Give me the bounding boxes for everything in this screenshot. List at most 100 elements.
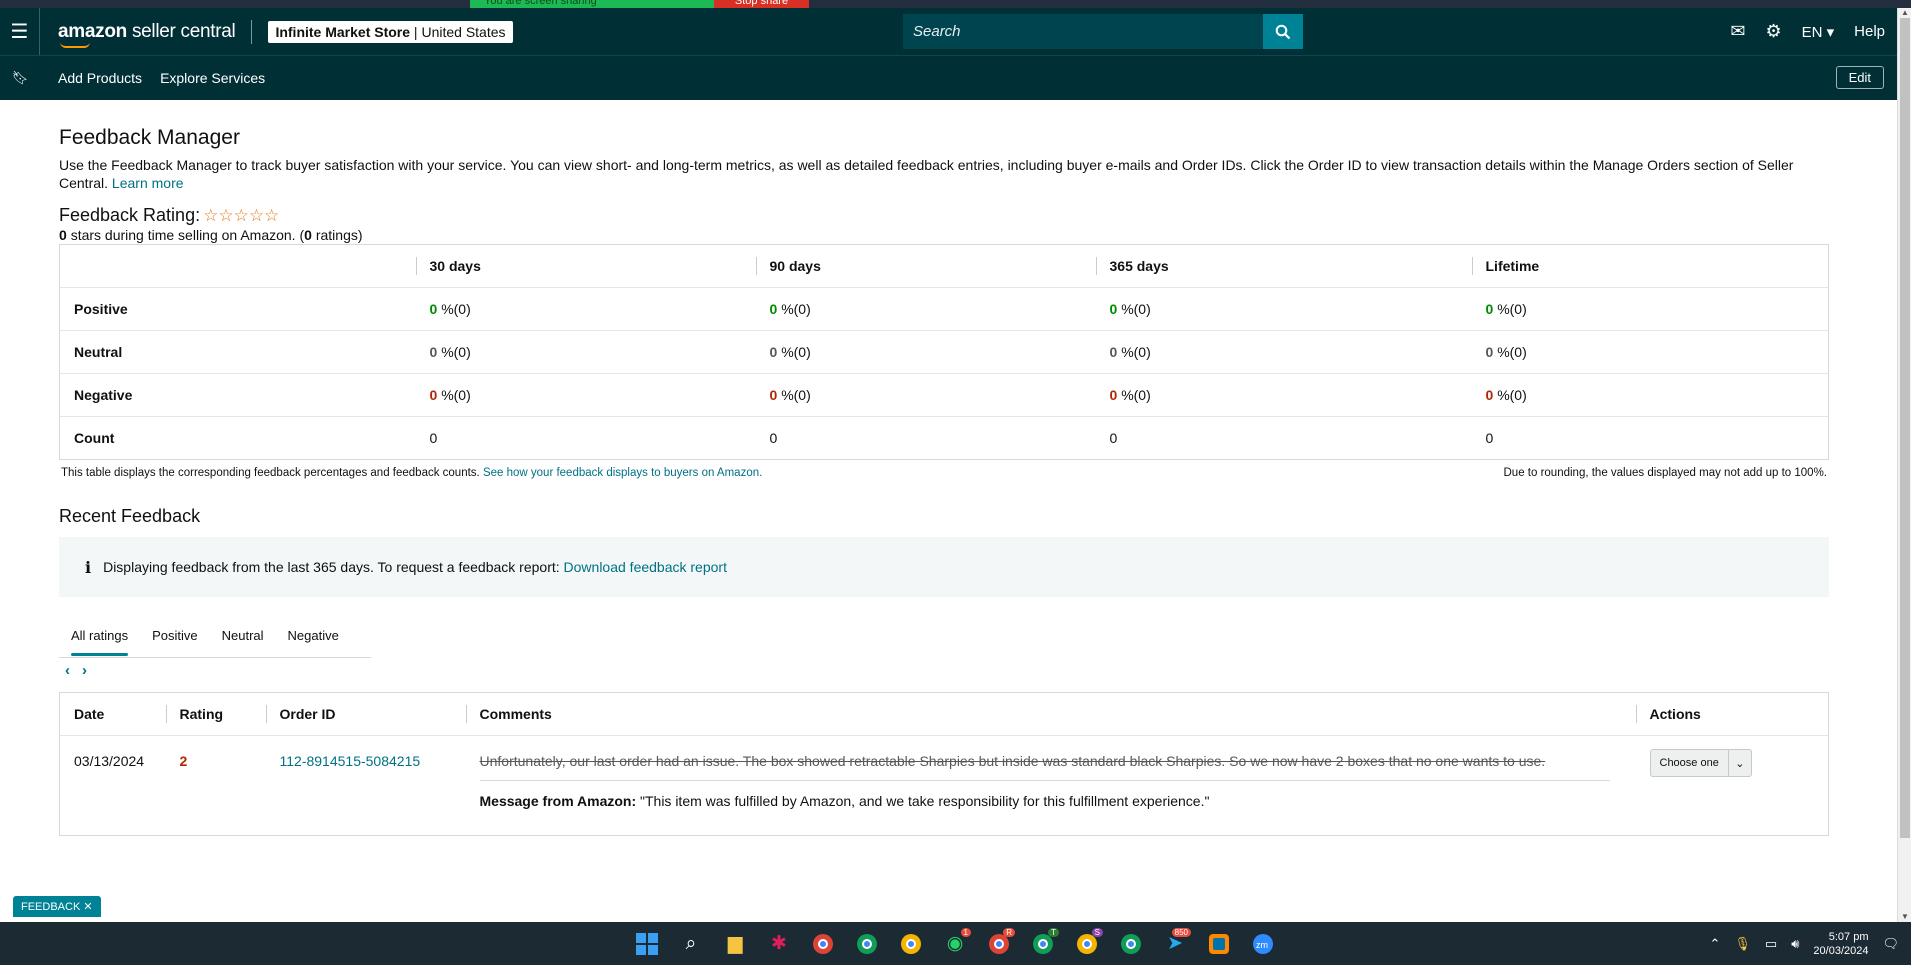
metric-cell: 0 bbox=[769, 430, 778, 446]
recent-feedback-table: Date Rating Order ID Comments Actions 03… bbox=[59, 692, 1829, 836]
windows-start-icon[interactable] bbox=[630, 927, 664, 961]
main-content: Feedback Manager Use the Feedback Manage… bbox=[59, 100, 1829, 836]
metric-cell: 0 %(0) bbox=[415, 373, 756, 417]
slack-icon[interactable]: ✱ bbox=[762, 927, 796, 961]
feedback-header-row: Date Rating Order ID Comments Actions bbox=[59, 692, 1829, 736]
table-row: 03/13/2024 2 112-8914515-5084215 Unfortu… bbox=[60, 736, 1829, 836]
ratings-text: ratings) bbox=[315, 227, 363, 243]
scroll-down-icon[interactable]: ▼ bbox=[1898, 912, 1911, 922]
description-text: Use the Feedback Manager to track buyer … bbox=[59, 157, 1794, 191]
system-tray: ⌃ 🎙︎ ▭ 🔊︎ 5:07 pm 20/03/2024 🗨︎ bbox=[1710, 922, 1900, 965]
chevron-up-icon[interactable]: ⌃ bbox=[1710, 936, 1721, 952]
header-right: ✉ ⚙ EN ▾ Help bbox=[1730, 8, 1885, 55]
file-explorer-icon[interactable]: ▆ bbox=[718, 927, 752, 961]
store-name: Infinite Market Store bbox=[275, 23, 411, 40]
info-banner: i Displaying feedback from the last 365 … bbox=[59, 537, 1829, 597]
zoom-icon[interactable]: zm bbox=[1246, 927, 1280, 961]
clock-date: 20/03/2024 bbox=[1813, 944, 1869, 957]
tab-all-ratings[interactable]: All ratings bbox=[59, 614, 140, 658]
chrome-icon[interactable] bbox=[894, 927, 928, 961]
footnote-right: Due to rounding, the values displayed ma… bbox=[1503, 467, 1828, 479]
learn-more-link[interactable]: Learn more bbox=[112, 175, 184, 191]
mail-icon[interactable]: ✉ bbox=[1730, 21, 1745, 42]
nav-add-products[interactable]: Add Products bbox=[58, 70, 142, 86]
metrics-footnote: This table displays the corresponding fe… bbox=[59, 467, 1829, 479]
feedback-tabs: All ratings Positive Neutral Negative bbox=[59, 614, 371, 658]
nav-explore-services[interactable]: Explore Services bbox=[160, 70, 265, 86]
chrome-profile-icon[interactable]: S bbox=[1070, 927, 1104, 961]
stars-count: 0 bbox=[59, 227, 67, 243]
gear-icon[interactable]: ⚙ bbox=[1765, 21, 1781, 42]
close-icon[interactable]: ✕ bbox=[83, 901, 92, 913]
store-selector[interactable]: Infinite Market Store | United States bbox=[268, 20, 513, 43]
clock[interactable]: 5:07 pm 20/03/2024 bbox=[1813, 930, 1868, 958]
page-description: Use the Feedback Manager to track buyer … bbox=[59, 156, 1829, 192]
feedback-display-link[interactable]: See how your feedback displays to buyers… bbox=[483, 467, 762, 479]
tab-negative[interactable]: Negative bbox=[276, 614, 351, 658]
seller-central-logo[interactable]: amazon seller central bbox=[58, 20, 236, 48]
feedback-date: 03/13/2024 bbox=[74, 753, 145, 769]
actions-dropdown[interactable]: Choose one ⌄ bbox=[1649, 749, 1752, 777]
telegram-icon[interactable]: ➤ 850 bbox=[1158, 927, 1192, 961]
col-rating: Rating bbox=[165, 692, 266, 736]
order-id-link[interactable]: 112-8914515-5084215 bbox=[280, 753, 421, 769]
metric-cell: 0 %(0) bbox=[1471, 373, 1829, 417]
chevron-left-icon[interactable]: ‹ bbox=[65, 662, 70, 679]
chrome-profile-icon[interactable]: R bbox=[982, 927, 1016, 961]
network-icon[interactable]: ▭ bbox=[1765, 936, 1777, 952]
header-divider bbox=[251, 19, 253, 44]
language-selector[interactable]: EN ▾ bbox=[1802, 23, 1835, 41]
page-title: Feedback Manager bbox=[59, 126, 240, 149]
page-scrollbar[interactable]: ▲ ▼ bbox=[1897, 8, 1911, 922]
actions-cell: Choose one ⌄ bbox=[1636, 736, 1829, 836]
row-label: Positive bbox=[59, 287, 416, 331]
metric-cell: 0 %(0) bbox=[755, 373, 1096, 417]
ringcentral-icon[interactable] bbox=[1202, 927, 1236, 961]
metrics-header-blank bbox=[59, 244, 416, 288]
metric-cell: 0 %(0) bbox=[1095, 287, 1472, 331]
bookmark-icon[interactable]: 🔖︎ bbox=[0, 70, 40, 86]
bookmark-bar: 🔖︎ Add Products Explore Services Edit bbox=[0, 55, 1897, 100]
chevron-right-icon[interactable]: › bbox=[82, 662, 87, 679]
menu-icon[interactable]: ☰ bbox=[0, 8, 40, 55]
chevron-down-icon: ⌄ bbox=[1735, 757, 1745, 770]
scrollbar-thumb[interactable] bbox=[1900, 18, 1910, 838]
search-button[interactable] bbox=[1263, 14, 1303, 49]
download-report-link[interactable]: Download feedback report bbox=[564, 559, 727, 575]
profile-badge: T bbox=[1048, 927, 1059, 937]
microphone-icon[interactable]: 🎙︎ bbox=[1734, 936, 1751, 952]
metrics-row-neutral: Neutral 0 %(0) 0 %(0) 0 %(0) 0 %(0) bbox=[59, 330, 1829, 374]
chrome-icon[interactable] bbox=[806, 927, 840, 961]
chevron-down-icon: ▾ bbox=[1826, 23, 1835, 41]
metric-cell: 0 %(0) bbox=[415, 330, 756, 374]
row-label: Count bbox=[74, 430, 115, 446]
tab-neutral[interactable]: Neutral bbox=[210, 614, 276, 658]
search-input[interactable] bbox=[903, 14, 1263, 49]
chrome-profile-icon[interactable]: T bbox=[1026, 927, 1060, 961]
search-icon[interactable]: ⌕ bbox=[674, 927, 708, 961]
scroll-up-icon[interactable]: ▲ bbox=[1898, 8, 1911, 18]
logo-brand: amazon bbox=[58, 20, 127, 42]
metric-cell: 0 bbox=[1109, 430, 1118, 446]
info-text: Displaying feedback from the last 365 da… bbox=[103, 559, 560, 575]
volume-icon[interactable]: 🔊︎ bbox=[1791, 936, 1799, 952]
tab-positive[interactable]: Positive bbox=[140, 614, 210, 658]
help-link[interactable]: Help bbox=[1854, 23, 1885, 40]
top-header: ☰ amazon seller central Infinite Market … bbox=[0, 8, 1897, 55]
chrome-icon[interactable] bbox=[850, 927, 884, 961]
row-label: Neutral bbox=[59, 330, 416, 374]
metric-cell: 0 %(0) bbox=[755, 287, 1096, 331]
col-order-id: Order ID bbox=[265, 692, 466, 736]
whatsapp-icon[interactable]: ◉ 1 bbox=[938, 927, 972, 961]
language-label: EN bbox=[1801, 23, 1823, 41]
info-icon: i bbox=[85, 557, 92, 577]
metrics-row-negative: Negative 0 %(0) 0 %(0) 0 %(0) 0 %(0) bbox=[59, 373, 1829, 417]
recent-feedback-title: Recent Feedback bbox=[59, 506, 201, 526]
chrome-icon[interactable] bbox=[1114, 927, 1148, 961]
amazon-message-label: Message from Amazon: bbox=[479, 793, 637, 809]
notification-icon[interactable]: 🗨︎ bbox=[1882, 936, 1899, 952]
profile-badge: S bbox=[1091, 927, 1103, 937]
metrics-col-lifetime: Lifetime bbox=[1471, 244, 1829, 288]
feedback-widget-tab[interactable]: FEEDBACK ✕ bbox=[13, 896, 101, 917]
edit-button[interactable]: Edit bbox=[1835, 66, 1884, 89]
